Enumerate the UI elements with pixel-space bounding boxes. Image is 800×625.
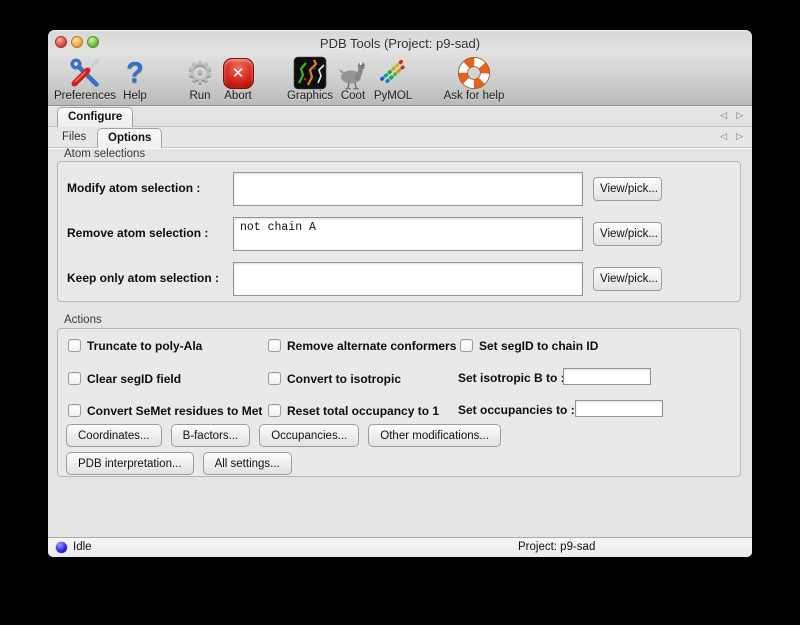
question-mark-icon: ? (126, 56, 144, 90)
configure-tab-bar: Configure ◁ ▷ (48, 106, 752, 127)
checkbox-truncate-to-poly-ala[interactable]: Truncate to poly-Ala (68, 338, 202, 353)
toolbar-button-ask-for-help[interactable]: Ask for help (434, 56, 514, 104)
tab-scroll-arrows: ◁ ▷ (720, 106, 743, 126)
modify-atom-selection-field[interactable] (233, 172, 583, 206)
set-occupancies-input[interactable] (575, 400, 663, 417)
checkbox-set-segid-to-chain-id[interactable]: Set segID to chain ID (460, 338, 598, 353)
red-x-icon: ✕ (223, 56, 254, 90)
keep-only-atom-selection-label: Keep only atom selection : (67, 271, 219, 285)
checkbox-box[interactable] (268, 404, 281, 417)
toolbar-button-help[interactable]: ? Help (102, 56, 168, 104)
checkbox-remove-alternate-conformers[interactable]: Remove alternate conformers (268, 338, 456, 353)
status-text: Idle (73, 541, 92, 553)
checkbox-box[interactable] (68, 372, 81, 385)
desktop-background: { "window": { "title": "PDB Tools (Proje… (0, 0, 800, 625)
checkbox-box[interactable] (460, 339, 473, 352)
modify-atom-selection-label: Modify atom selection : (67, 181, 200, 195)
checkbox-box[interactable] (268, 372, 281, 385)
title-and-toolbar: PDB Tools (Project: p9-sad) Preferences … (48, 30, 752, 106)
toolbar-button-pymol[interactable]: PyMOL (360, 56, 426, 104)
set-isotropic-b-input[interactable] (563, 368, 651, 385)
scroll-right-icon[interactable]: ▷ (736, 112, 743, 121)
toolbar-label: Ask for help (444, 90, 505, 102)
status-indicator-icon (56, 542, 67, 553)
checkbox-box[interactable] (68, 339, 81, 352)
files-options-tab-bar: Files Options ◁ ▷ (48, 127, 752, 148)
checkbox-reset-total-occupancy[interactable]: Reset total occupancy to 1 (268, 403, 439, 418)
checkbox-box[interactable] (268, 339, 281, 352)
actions-button-row-1: Coordinates... B-factors... Occupancies.… (66, 424, 501, 447)
remove-atom-selection-label: Remove atom selection : (67, 226, 208, 240)
scroll-left-icon[interactable]: ◁ (720, 112, 727, 121)
tab-options[interactable]: Options (97, 128, 162, 148)
scroll-right-icon[interactable]: ▷ (736, 133, 743, 142)
checkbox-convert-semet-to-met[interactable]: Convert SeMet residues to Met (68, 403, 262, 418)
set-occupancies-label: Set occupancies to : (458, 403, 575, 417)
scroll-left-icon[interactable]: ◁ (720, 133, 727, 142)
checkbox-convert-to-isotropic[interactable]: Convert to isotropic (268, 371, 401, 386)
view-pick-button-keep-only[interactable]: View/pick... (593, 267, 662, 291)
other-modifications-button[interactable]: Other modifications... (368, 424, 501, 447)
checkbox-clear-segid-field[interactable]: Clear segID field (68, 371, 181, 386)
tab-files[interactable]: Files (62, 127, 86, 148)
tab-configure[interactable]: Configure (57, 107, 133, 127)
tab-scroll-arrows: ◁ ▷ (720, 127, 743, 147)
lifebuoy-icon (457, 56, 491, 90)
window-title: PDB Tools (Project: p9-sad) (48, 36, 752, 51)
set-isotropic-b-label: Set isotropic B to : (458, 371, 565, 385)
status-bar: Idle Project: p9-sad (48, 537, 752, 557)
toolbar-button-abort[interactable]: ✕ Abort (205, 56, 271, 104)
actions-group-label: Actions (64, 314, 102, 326)
crossed-tools-icon (68, 56, 102, 90)
coordinates-button[interactable]: Coordinates... (66, 424, 162, 447)
rainbow-ribbon-icon (376, 56, 410, 90)
b-factors-button[interactable]: B-factors... (171, 424, 251, 447)
checkbox-box[interactable] (68, 404, 81, 417)
toolbar-label: Help (123, 90, 147, 102)
view-pick-button-remove[interactable]: View/pick... (593, 222, 662, 246)
actions-button-row-2: PDB interpretation... All settings... (66, 452, 292, 475)
toolbar-label: Abort (224, 90, 252, 102)
all-settings-button[interactable]: All settings... (203, 452, 292, 475)
atom-selections-group-label: Atom selections (64, 148, 145, 160)
toolbar-label: PyMOL (374, 90, 412, 102)
remove-atom-selection-field[interactable]: not chain A (233, 217, 583, 251)
project-text: Project: p9-sad (518, 541, 595, 553)
pdb-tools-window: PDB Tools (Project: p9-sad) Preferences … (48, 30, 752, 557)
occupancies-button[interactable]: Occupancies... (259, 424, 359, 447)
keep-only-atom-selection-field[interactable] (233, 262, 583, 296)
view-pick-button-modify[interactable]: View/pick... (593, 177, 662, 201)
pdb-interpretation-button[interactable]: PDB interpretation... (66, 452, 194, 475)
